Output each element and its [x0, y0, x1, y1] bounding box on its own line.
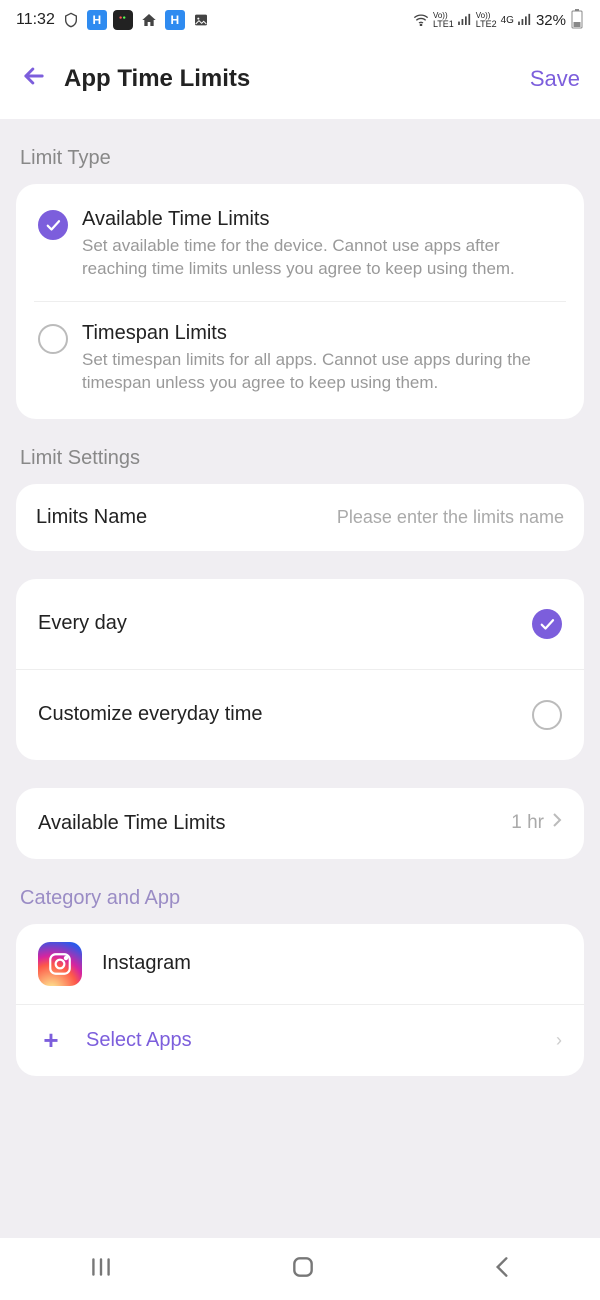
lte1-label: Vo))LTE1 [433, 12, 454, 29]
option-available-desc: Set available time for the device. Canno… [82, 235, 562, 281]
section-limit-settings: Limit Settings [20, 447, 584, 470]
app-icon-3: H [165, 10, 185, 30]
app-row-instagram[interactable]: Instagram [16, 924, 584, 1005]
option-available-time[interactable]: Available Time Limits Set available time… [34, 188, 566, 301]
app-icon-2 [113, 10, 133, 30]
check-icon [532, 609, 562, 639]
home-button[interactable] [290, 1254, 316, 1285]
back-icon[interactable] [20, 62, 48, 95]
every-day-label: Every day [38, 612, 127, 635]
time-limit-row[interactable]: Available Time Limits 1 hr [16, 788, 584, 859]
app-name: Instagram [102, 952, 191, 975]
radio-checked-icon [38, 210, 68, 240]
chevron-right-icon: › [556, 1030, 562, 1051]
radio-unchecked-icon [38, 324, 68, 354]
category-card: Instagram + Select Apps › [16, 924, 584, 1076]
signal-icon-2 [518, 13, 532, 28]
limits-name-row[interactable]: Limits Name [16, 484, 584, 551]
shield-icon [61, 10, 81, 30]
battery-label: 32% [536, 12, 566, 29]
status-time: 11:32 [16, 11, 55, 29]
network-4g: 4G [501, 15, 514, 26]
save-button[interactable]: Save [530, 66, 580, 92]
section-category: Category and App [20, 887, 584, 910]
wifi-icon [413, 12, 429, 29]
limits-name-label: Limits Name [36, 506, 147, 529]
navigation-bar [0, 1238, 600, 1300]
select-apps-label: Select Apps [86, 1029, 534, 1052]
plus-icon: + [38, 1025, 64, 1056]
limit-type-card: Available Time Limits Set available time… [16, 184, 584, 419]
image-icon [191, 10, 211, 30]
battery-icon [570, 9, 584, 32]
time-limit-label: Available Time Limits [38, 812, 225, 835]
time-limit-value: 1 hr [511, 812, 544, 834]
lte2-label: Vo))LTE2 [476, 12, 497, 29]
status-bar: 11:32 H H Vo))LTE1 Vo))LTE2 4G 32% [0, 0, 600, 40]
option-timespan-title: Timespan Limits [82, 322, 562, 345]
back-button[interactable] [492, 1254, 512, 1285]
option-timespan[interactable]: Timespan Limits Set timespan limits for … [34, 301, 566, 415]
limits-name-input[interactable] [274, 507, 564, 528]
option-timespan-desc: Set timespan limits for all apps. Cannot… [82, 349, 562, 395]
app-icon-1: H [87, 10, 107, 30]
home-icon [139, 10, 159, 30]
customize-label: Customize everyday time [38, 703, 263, 726]
signal-icon-1 [458, 13, 472, 28]
header: App Time Limits Save [0, 40, 600, 119]
unchecked-icon [532, 700, 562, 730]
select-apps-row[interactable]: + Select Apps › [16, 1005, 584, 1076]
recents-button[interactable] [88, 1256, 114, 1283]
section-limit-type: Limit Type [20, 147, 584, 170]
chevron-right-icon [552, 812, 562, 834]
option-customize[interactable]: Customize everyday time [16, 669, 584, 760]
option-every-day[interactable]: Every day [16, 579, 584, 669]
option-available-title: Available Time Limits [82, 208, 562, 231]
instagram-icon [38, 942, 82, 986]
schedule-card: Every day Customize everyday time [16, 579, 584, 760]
page-title: App Time Limits [64, 65, 530, 93]
